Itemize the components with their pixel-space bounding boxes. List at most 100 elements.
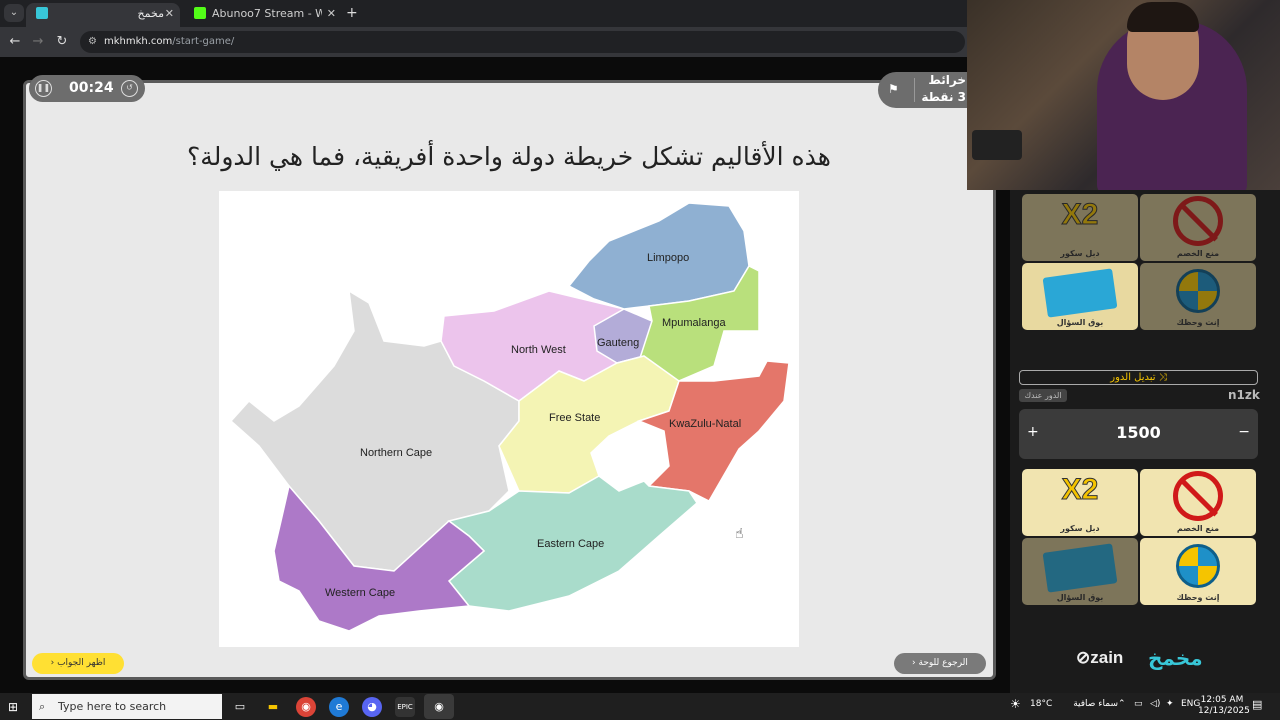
- x2-icon: X2: [1061, 473, 1099, 507]
- card-caption: منع الخصم: [1176, 249, 1220, 258]
- weather-icon: ☀: [1010, 697, 1021, 711]
- south-africa-map: Limpopo Mpumalanga North West Gauteng Fr…: [229, 202, 790, 632]
- map-label-eastern-cape: Eastern Cape: [537, 538, 604, 550]
- bet-stepper: + 1500 −: [1019, 409, 1258, 459]
- close-tab-icon[interactable]: ✕: [327, 3, 336, 25]
- swap-turn-button[interactable]: ⤨ تبديل الدور: [1019, 370, 1258, 385]
- wheel-icon: [1176, 544, 1220, 588]
- streamer-hair: [1127, 2, 1199, 32]
- card-caption: دبل سكور: [1060, 524, 1100, 533]
- zain-logo: ⊘zain: [1076, 648, 1124, 667]
- card-caption: إنت وحظك: [1176, 318, 1220, 327]
- chrome-icon[interactable]: ◉: [296, 697, 316, 717]
- search-icon: ⌕: [39, 700, 46, 713]
- network-icon[interactable]: ▭: [1134, 699, 1143, 709]
- back-to-board-label: الرجوع للوحة: [918, 658, 968, 668]
- clock[interactable]: 12:05 AM 12/13/2025: [1198, 695, 1250, 717]
- card-luck-wheel[interactable]: إنت وحظك: [1140, 538, 1256, 605]
- map-label-mpumalanga: Mpumalanga: [662, 317, 726, 329]
- url-field[interactable]: ⚙ mkhmkh.com/start-game/: [80, 31, 965, 53]
- clock-time: 12:05 AM: [1200, 695, 1244, 705]
- pause-icon[interactable]: ❚❚: [35, 80, 52, 97]
- reset-timer-icon[interactable]: ↺: [121, 80, 138, 97]
- tab-title: Abunoo7 Stream - Watch Live o: [212, 7, 322, 20]
- discord-icon[interactable]: ◕: [362, 697, 382, 717]
- tab-search-button[interactable]: ⌄: [4, 4, 24, 22]
- edge-icon[interactable]: e: [329, 697, 349, 717]
- map-label-northern-cape: Northern Cape: [360, 447, 432, 459]
- card-caption: دبل سكور: [1060, 249, 1100, 258]
- search-placeholder: Type here to search: [58, 700, 167, 713]
- clock-date: 12/13/2025: [1198, 706, 1250, 716]
- wheel-icon: [1176, 269, 1220, 313]
- cards-icon: [1042, 268, 1118, 318]
- card-block-opponent[interactable]: منع الخصم: [1140, 194, 1256, 261]
- reveal-answer-button[interactable]: اظهر الجواب ‹: [32, 653, 124, 674]
- new-tab-button[interactable]: +: [346, 5, 358, 21]
- brand-text: zain: [1090, 648, 1124, 667]
- webcam-overlay: [967, 0, 1280, 190]
- back-to-board-button[interactable]: الرجوع للوحة ‹: [894, 653, 986, 674]
- map-label-limpopo: Limpopo: [647, 252, 689, 264]
- ban-icon: [1173, 471, 1223, 521]
- map-label-kwazulu-natal: KwaZulu-Natal: [669, 418, 741, 430]
- card-luck-wheel[interactable]: إنت وحظك: [1140, 263, 1256, 330]
- category-score-pill: ⚑ خرائط 3 نقطة: [878, 72, 978, 108]
- epic-games-icon[interactable]: EPIC: [395, 697, 415, 717]
- divider: [914, 78, 915, 102]
- back-arrow-icon[interactable]: ←: [6, 33, 24, 51]
- x2-icon: X2: [1061, 198, 1099, 232]
- tray-chevron-icon[interactable]: ⌃: [1118, 699, 1126, 709]
- url-host: mkhmkh.com: [104, 36, 173, 47]
- reveal-answer-label: اظهر الجواب: [57, 658, 106, 668]
- tab-title: مخمخ: [137, 7, 164, 20]
- kick-favicon-icon: [194, 7, 206, 19]
- tab-kick-stream[interactable]: Abunoo7 Stream - Watch Live o ✕: [184, 3, 342, 27]
- mkhmkh-logo: مخمخ: [1148, 646, 1203, 670]
- tab-mkhmkh[interactable]: مخمخ ✕: [26, 3, 180, 27]
- taskbar-search-field[interactable]: ⌕ Type here to search: [32, 694, 222, 719]
- card-question-horn[interactable]: بوق السؤال: [1022, 538, 1138, 605]
- card-caption: إنت وحظك: [1176, 593, 1220, 602]
- decrease-button[interactable]: −: [1238, 424, 1250, 440]
- card-block-opponent[interactable]: منع الخصم: [1140, 469, 1256, 536]
- volume-icon[interactable]: ◁): [1150, 699, 1160, 709]
- card-caption: بوق السؤال: [1056, 593, 1104, 602]
- timer-display: 00:24: [69, 80, 114, 96]
- tray-app-icon[interactable]: ✦: [1166, 699, 1174, 709]
- flag-icon[interactable]: ⚑: [888, 82, 899, 96]
- map-image: Limpopo Mpumalanga North West Gauteng Fr…: [219, 191, 799, 647]
- cards-icon: [1042, 543, 1118, 593]
- map-label-north-west: North West: [511, 344, 566, 356]
- windows-taskbar: ⊞ ⌕ Type here to search ▭ ▬ ◉ e ◕ EPIC ◉…: [0, 693, 1280, 720]
- team-name: n1zk: [1228, 388, 1260, 402]
- map-label-western-cape: Western Cape: [325, 587, 395, 599]
- weather-text: سماء صافية: [1073, 699, 1118, 709]
- notification-icon[interactable]: ▤: [1252, 698, 1262, 711]
- microphone-icon: [972, 130, 1022, 160]
- weather-temp: 18°C: [1030, 699, 1053, 709]
- card-double-score[interactable]: X2 دبل سكور: [1022, 469, 1138, 536]
- hand-cursor-icon: ☝: [735, 526, 744, 542]
- chrome-active-icon[interactable]: ◉: [424, 694, 454, 719]
- mkhmkh-favicon-icon: [36, 7, 48, 19]
- close-tab-icon[interactable]: ✕: [165, 3, 174, 25]
- card-question-horn[interactable]: بوق السؤال: [1022, 263, 1138, 330]
- card-caption: منع الخصم: [1176, 524, 1220, 533]
- timer-pill: ❚❚ 00:24 ↺: [29, 75, 145, 102]
- swap-turn-label: تبديل الدور: [1110, 372, 1156, 383]
- site-info-icon[interactable]: ⚙: [88, 31, 97, 53]
- map-label-gauteng: Gauteng: [597, 337, 639, 349]
- reload-icon[interactable]: ↻: [53, 33, 71, 51]
- bet-value: 1500: [1116, 423, 1161, 442]
- question-text: هذه الأقاليم تشكل خريطة دولة واحدة أفريق…: [187, 142, 831, 171]
- map-label-free-state: Free State: [549, 412, 600, 424]
- ban-icon: [1173, 196, 1223, 246]
- forward-arrow-icon[interactable]: →: [29, 33, 47, 51]
- url-path: /start-game/: [172, 36, 235, 47]
- card-double-score[interactable]: X2 دبل سكور: [1022, 194, 1138, 261]
- windows-start-icon[interactable]: ⊞: [8, 700, 18, 714]
- category-title: خرائط: [928, 73, 966, 87]
- task-view-icon[interactable]: ▭: [230, 697, 250, 717]
- file-explorer-icon[interactable]: ▬: [263, 697, 283, 717]
